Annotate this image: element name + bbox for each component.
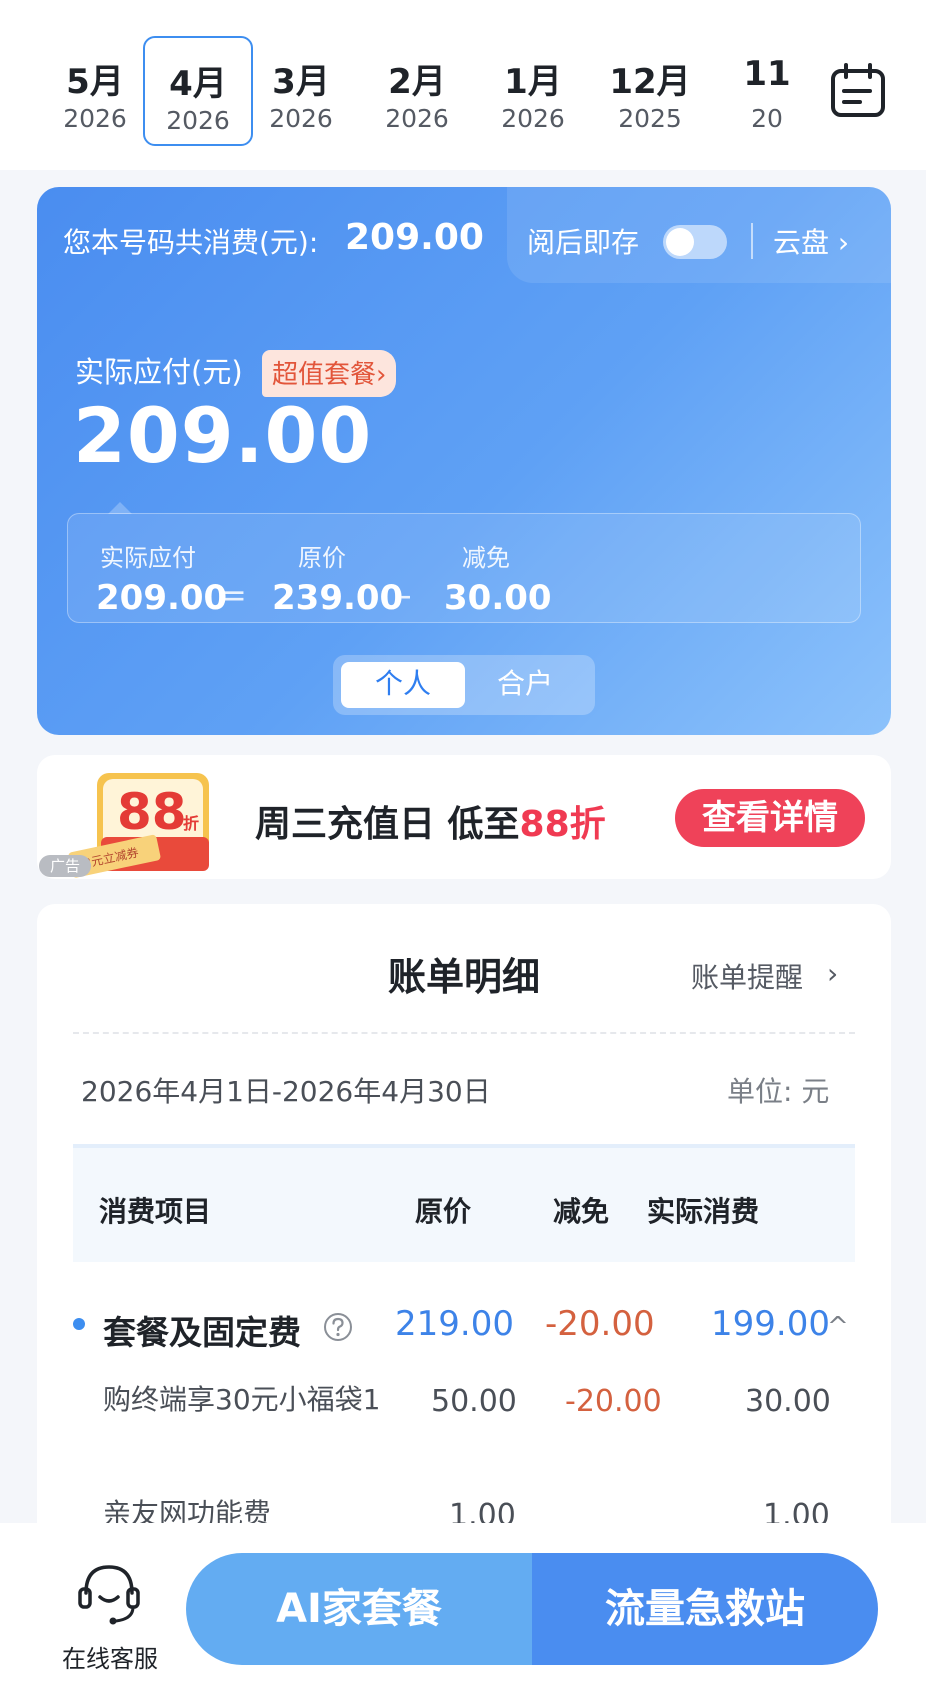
personal-tab[interactable]: 个人 [341, 662, 465, 708]
breakdown-discount-value: 30.00 [444, 578, 552, 618]
cloud-drive-link[interactable]: 云盘 › [773, 221, 849, 261]
table-header: 消费项目 原价 减免 实际消费 [73, 1144, 855, 1262]
section-package-fees[interactable]: 套餐及固定费 [103, 1306, 301, 1354]
currency-unit: 单位: 元 [727, 1075, 830, 1108]
month-label: 5月 [66, 62, 124, 102]
year-label: 2026 [269, 104, 333, 133]
column-actual: 实际消费 [647, 1195, 760, 1228]
column-item: 消费项目 [99, 1195, 212, 1228]
breakdown-original-value: 239.00 [272, 578, 404, 618]
account-type-switch: 个人 合户 [333, 655, 595, 715]
month-selector-bar: 5月 2026 4月 2026 3月 2026 2月 2026 1月 2026 … [0, 0, 926, 170]
year-label: 2026 [385, 104, 449, 133]
month-tab-dec-2025[interactable]: 12月 2025 [595, 36, 705, 146]
month-tab-apr-2026[interactable]: 4月 2026 [143, 36, 253, 146]
month-label: 4月 [169, 64, 227, 104]
equals-sign: = [220, 576, 247, 614]
value-package-badge[interactable]: 超值套餐› [262, 350, 397, 397]
payment-breakdown: 实际应付 209.00 = 原价 239.00 - 减免 30.00 [67, 502, 861, 623]
year-label: 20 [751, 104, 783, 133]
section-original: 219.00 [395, 1304, 514, 1344]
column-discount: 减免 [553, 1195, 610, 1228]
year-label: 2025 [618, 104, 682, 133]
promo-text-highlight: 88折 [519, 804, 606, 845]
bottom-action-bar: 在线客服 AI家套餐 流量急救站 [0, 1523, 926, 1701]
month-label: 12月 [609, 62, 691, 102]
month-label: 11 [743, 54, 791, 94]
table-row-discount: -20.00 [565, 1384, 662, 1419]
month-label: 3月 [272, 62, 330, 102]
actual-payable-amount: 209.00 [73, 391, 373, 480]
minus-sign: - [400, 576, 412, 614]
badge-88: 88 [117, 783, 187, 841]
month-label: 2月 [388, 62, 446, 102]
table-row-item-name: 购终端享30元小福袋1 [103, 1383, 381, 1416]
online-service-button[interactable]: 在线客服 [50, 1559, 170, 1679]
table-row-original: 50.00 [431, 1384, 517, 1419]
toggle-knob [666, 228, 694, 256]
promo-headline: 周三充值日 低至88折 [255, 795, 606, 847]
chevron-right-icon[interactable]: › [827, 957, 838, 990]
promo-text-prefix: 周三充值日 低至 [255, 804, 520, 845]
section-discount: -20.00 [545, 1304, 655, 1344]
column-original: 原价 [415, 1195, 472, 1228]
badge-unit: 折 [183, 814, 199, 833]
read-and-save-toggle[interactable] [663, 225, 727, 259]
promo-banner[interactable]: 88 折 12元立减券 广告 周三充值日 低至88折 查看详情 [37, 755, 891, 879]
actual-payable-label: 实际应付(元) [75, 355, 243, 389]
month-tab-jan-2026[interactable]: 1月 2026 [478, 36, 588, 146]
help-question-icon[interactable] [323, 1312, 353, 1342]
month-tab-mar-2026[interactable]: 3月 2026 [246, 36, 356, 146]
month-tab-nov-2025[interactable]: 11 20 [712, 36, 810, 146]
breakdown-pay-label: 实际应付 [100, 544, 196, 572]
month-tab-feb-2026[interactable]: 2月 2026 [362, 36, 472, 146]
dashed-divider [73, 1032, 855, 1034]
bill-reminder-link[interactable]: 账单提醒 [691, 956, 803, 996]
section-actual: 199.00 [711, 1304, 830, 1344]
total-consumption-label: 您本号码共消费(元): [63, 226, 319, 259]
section-bullet [73, 1318, 85, 1330]
data-rescue-button[interactable]: 流量急救站 [532, 1553, 878, 1665]
bill-summary-card: 您本号码共消费(元): 209.00 阅后即存 云盘 › 实际应付(元) 超值套… [37, 187, 891, 735]
month-tabs: 5月 2026 4月 2026 3月 2026 2月 2026 1月 2026 … [40, 36, 810, 150]
breakdown-pay-value: 209.00 [96, 578, 228, 618]
billing-period: 2026年4月1日-2026年4月30日 [81, 1075, 491, 1108]
ad-tag: 广告 [39, 855, 91, 877]
collapse-chevron-icon[interactable]: ^ [827, 1312, 849, 1342]
month-label: 1月 [504, 62, 562, 102]
breakdown-discount-label: 减免 [462, 544, 510, 572]
divider [751, 223, 753, 259]
year-label: 2026 [501, 104, 565, 133]
joint-account-tab[interactable]: 合户 [463, 662, 587, 708]
year-label: 2026 [63, 104, 127, 133]
total-consumption-value: 209.00 [345, 217, 484, 258]
online-service-label: 在线客服 [62, 1645, 158, 1673]
calendar-icon[interactable] [830, 62, 886, 118]
headset-icon [78, 1565, 140, 1625]
year-label: 2026 [166, 106, 230, 135]
breakdown-original-label: 原价 [298, 544, 346, 572]
read-and-save-label: 阅后即存 [527, 226, 640, 259]
ai-home-package-button[interactable]: AI家套餐 [186, 1553, 532, 1665]
view-details-button[interactable]: 查看详情 [675, 789, 865, 847]
table-row-actual: 30.00 [745, 1384, 831, 1419]
month-tab-may-2026[interactable]: 5月 2026 [40, 36, 150, 146]
